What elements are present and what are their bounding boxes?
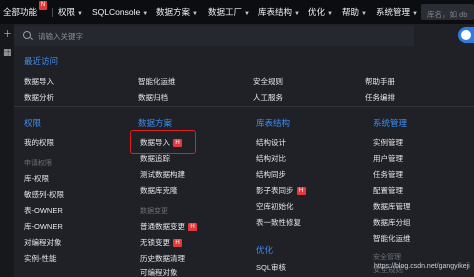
menu-item-my-permission[interactable]: 我的权限 [24, 138, 54, 148]
hot-badge: H [173, 239, 182, 247]
nav-separator [52, 8, 53, 17]
menu-item[interactable]: 可编程对象 [140, 268, 178, 277]
recent-item[interactable]: 安全规则 [253, 77, 283, 87]
menu-item[interactable]: 结构对比 [256, 154, 286, 164]
chevron-down-icon: ▼ [361, 11, 367, 17]
plus-icon[interactable]: ＋ [3, 30, 12, 39]
menu-item[interactable]: 对编程对象 [24, 238, 62, 248]
menu-item[interactable]: 结构同步 [256, 170, 286, 180]
menu-item[interactable]: 数据库克隆 [140, 186, 178, 196]
menu-item[interactable]: 用户管理 [373, 154, 403, 164]
section-title-permission: 权限 [24, 118, 42, 128]
chevron-down-icon: ▼ [142, 11, 149, 17]
chevron-down-icon: ▼ [77, 11, 83, 17]
subgroup-title-data-change: 数据变更 [140, 208, 168, 215]
menu-item[interactable]: 数据追踪 [140, 154, 170, 164]
nav-data-solution-label: 数据方案 [156, 7, 191, 17]
recent-item[interactable]: 智能化运维 [138, 77, 176, 87]
db-search-input[interactable] [421, 6, 474, 23]
recent-item[interactable]: 数据导入 [24, 77, 54, 87]
subgroup-title-apply: 申请权限 [24, 160, 52, 167]
highlight-rectangle [130, 130, 196, 154]
menu-item[interactable]: 智能化运维 [373, 234, 411, 244]
menu-item[interactable]: 实例-性能 [24, 254, 57, 264]
recent-item[interactable]: 数据分析 [24, 93, 54, 103]
menu-item[interactable]: 库-OWNER [24, 222, 63, 232]
nav-sqlconsole[interactable]: SQLConsole ▼ [92, 0, 148, 24]
menu-item[interactable]: 实例管理 [373, 138, 403, 148]
menu-item[interactable]: 空库初始化 [256, 202, 294, 212]
section-title-sys-admin: 系统管理 [373, 118, 408, 128]
menu-item[interactable]: 数据库管理 [373, 202, 411, 212]
nav-table-structure[interactable]: 库表结构 ▼ [258, 0, 300, 24]
menu-item[interactable]: 结构设计 [256, 138, 286, 148]
nav-help-label: 帮助 [342, 7, 360, 17]
nav-optimize[interactable]: 优化 ▼ [308, 0, 333, 24]
db-search-box[interactable] [421, 4, 474, 23]
menu-item[interactable]: 表一致性修复 [256, 218, 301, 228]
nav-data-solution[interactable]: 数据方案 ▼ [156, 0, 198, 24]
watermark: https://blog.csdn.net/gangyikeji [374, 263, 470, 270]
menu-item[interactable]: 影子表同步 H [256, 186, 306, 196]
chevron-down-icon: ▼ [192, 11, 198, 17]
menu-item[interactable]: 测试数据构建 [140, 170, 185, 180]
menu-item[interactable]: 敏感列-权限 [24, 190, 64, 200]
search-icon [23, 31, 31, 39]
nav-data-factory[interactable]: 数据工厂 ▼ [208, 0, 250, 24]
recent-item[interactable]: 数据归档 [138, 93, 168, 103]
chevron-down-icon: ▼ [294, 11, 300, 17]
nav-table-structure-label: 库表结构 [258, 7, 293, 17]
menu-item-label: 普通数据变更 [140, 222, 185, 231]
nav-all-functions-label: 全部功能 [3, 7, 38, 17]
hot-badge: H [296, 187, 306, 195]
chevron-down-icon: ▼ [412, 11, 418, 17]
nav-help[interactable]: 帮助 ▼ [342, 0, 367, 24]
menu-item[interactable]: 无锁变更 H [140, 238, 182, 248]
menu-item-label: 影子表同步 [256, 186, 294, 195]
menu-item-label: 无锁变更 [140, 238, 170, 247]
nav-permission[interactable]: 权限 ▼ [58, 0, 83, 24]
chevron-down-icon: ▼ [327, 11, 333, 17]
section-title-optimize: 优化 [256, 245, 274, 255]
menu-item[interactable]: 表-OWNER [24, 206, 63, 216]
new-badge: N [39, 1, 47, 10]
theme-toggle[interactable] [458, 27, 474, 43]
nav-all-functions[interactable]: 全部功能 [3, 0, 37, 24]
recent-item[interactable]: 任务编排 [365, 93, 395, 103]
nav-permission-label: 权限 [58, 7, 76, 17]
grid-icon[interactable]: ▦ [3, 48, 12, 57]
function-search-box[interactable] [14, 26, 414, 46]
menu-item[interactable]: 任务管理 [373, 170, 403, 180]
menu-item[interactable]: 普通数据变更 H [140, 222, 197, 232]
chevron-down-icon: ▼ [244, 11, 250, 17]
menu-item[interactable]: SQL审核 [256, 263, 286, 273]
nav-data-factory-label: 数据工厂 [208, 7, 243, 17]
menu-item[interactable]: 库-权限 [24, 174, 49, 184]
top-navbar: 全部功能 N 权限 ▼ SQLConsole ▼ 数据方案 ▼ 数据工厂 ▼ 库表结构 ▼… [0, 0, 474, 24]
section-title-table-structure: 库表结构 [256, 118, 291, 128]
nav-optimize-label: 优化 [308, 7, 326, 17]
function-search-input[interactable] [38, 26, 408, 46]
section-title-recent: 最近访问 [24, 56, 59, 66]
recent-item[interactable]: 帮助手册 [365, 77, 395, 87]
section-divider [14, 106, 474, 107]
section-title-data-solution: 数据方案 [138, 118, 173, 128]
hot-badge: H [188, 223, 197, 231]
nav-sqlconsole-label: SQLConsole [92, 7, 141, 17]
recent-item[interactable]: 人工服务 [253, 93, 283, 103]
menu-item[interactable]: 数据库分组 [373, 218, 411, 228]
nav-sys-admin[interactable]: 系统管理 ▼ [376, 0, 418, 24]
nav-sys-admin-label: 系统管理 [376, 7, 411, 17]
menu-item[interactable]: 配置管理 [373, 186, 403, 196]
subgroup-title-security: 安全管理 [373, 254, 401, 261]
menu-item[interactable]: 历史数据清理 [140, 254, 185, 264]
left-sidebar-strip: ＋ ▦ [0, 24, 14, 277]
